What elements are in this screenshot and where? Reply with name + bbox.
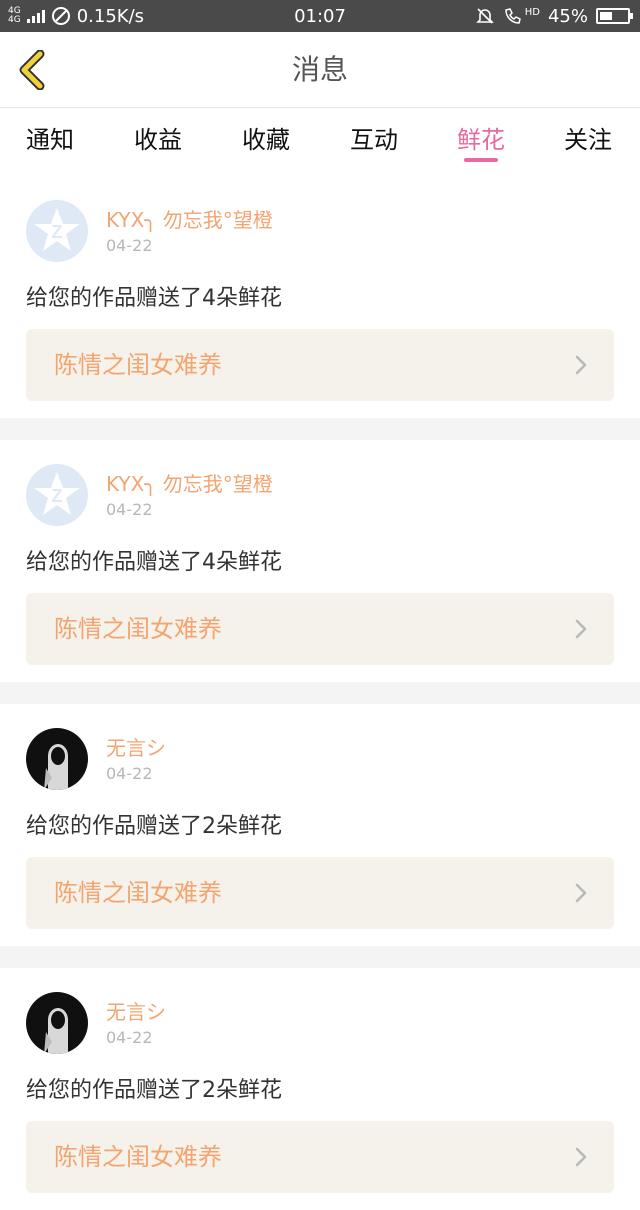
message-card: 无言シ 04-22 给您的作品赠送了2朵鲜花 陈情之闺女难养 xyxy=(0,704,640,946)
divider xyxy=(0,946,640,968)
clock: 01:07 xyxy=(294,5,346,27)
battery-icon xyxy=(596,8,633,24)
qq-avatar-icon[interactable]: Z xyxy=(26,200,88,262)
work-link[interactable]: 陈情之闺女难养 xyxy=(26,1121,614,1193)
divider xyxy=(0,418,640,440)
hd-label: HD xyxy=(524,6,540,18)
chevron-right-icon xyxy=(575,619,587,639)
tab-bar: 通知 收益 收藏 互动 鲜花 关注 xyxy=(0,110,640,170)
username[interactable]: 无言シ xyxy=(106,732,166,761)
work-title: 陈情之闺女难养 xyxy=(54,1143,222,1171)
chevron-right-icon xyxy=(575,355,587,375)
work-link[interactable]: 陈情之闺女难养 xyxy=(26,329,614,401)
mute-bell-icon xyxy=(475,8,494,24)
username[interactable]: 无言シ xyxy=(106,996,166,1025)
work-title: 陈情之闺女难养 xyxy=(54,351,222,379)
chevron-right-icon xyxy=(575,883,587,903)
status-bar: 4G 4G 0.15K/s 01:07 HD 45% xyxy=(0,0,640,32)
work-link[interactable]: 陈情之闺女难养 xyxy=(26,593,614,665)
work-link[interactable]: 陈情之闺女难养 xyxy=(26,857,614,929)
tab-notice[interactable]: 通知 xyxy=(10,120,90,155)
dark-avatar[interactable] xyxy=(26,728,88,790)
message-date: 04-22 xyxy=(106,236,153,255)
active-tab-indicator xyxy=(464,158,498,162)
message-card: 无言シ 04-22 给您的作品赠送了2朵鲜花 陈情之闺女难养 xyxy=(0,968,640,1210)
message-date: 04-22 xyxy=(106,764,153,783)
work-title: 陈情之闺女难养 xyxy=(54,879,222,907)
qq-avatar-icon[interactable]: Z xyxy=(26,464,88,526)
message-text: 给您的作品赠送了4朵鲜花 xyxy=(26,286,282,311)
battery-percent: 45% xyxy=(547,5,588,27)
message-text: 给您的作品赠送了2朵鲜花 xyxy=(26,1078,282,1103)
message-date: 04-22 xyxy=(106,1028,153,1047)
page-title: 消息 xyxy=(291,53,348,86)
work-title: 陈情之闺女难养 xyxy=(54,615,222,643)
tab-favorites[interactable]: 收藏 xyxy=(226,120,306,155)
divider xyxy=(0,682,640,704)
message-text: 给您的作品赠送了2朵鲜花 xyxy=(26,814,282,839)
username[interactable]: KYX╮ 勿忘我°望橙 xyxy=(106,204,273,233)
message-list: Z KYX╮ 勿忘我°望橙 04-22 给您的作品赠送了4朵鲜花 陈情之闺女难养… xyxy=(0,176,640,1210)
message-card: Z KYX╮ 勿忘我°望橙 04-22 给您的作品赠送了4朵鲜花 陈情之闺女难养 xyxy=(0,176,640,418)
tab-interaction[interactable]: 互动 xyxy=(334,120,414,155)
tab-earnings[interactable]: 收益 xyxy=(118,120,198,155)
dark-avatar[interactable] xyxy=(26,992,88,1054)
message-date: 04-22 xyxy=(106,500,153,519)
svg-text:Z: Z xyxy=(52,222,63,242)
message-text: 给您的作品赠送了4朵鲜花 xyxy=(26,550,282,575)
chevron-right-icon xyxy=(575,1147,587,1167)
svg-text:Z: Z xyxy=(52,486,63,506)
message-card: Z KYX╮ 勿忘我°望橙 04-22 给您的作品赠送了4朵鲜花 陈情之闺女难养 xyxy=(0,440,640,682)
username[interactable]: KYX╮ 勿忘我°望橙 xyxy=(106,468,273,497)
tab-follow[interactable]: 关注 xyxy=(548,120,628,155)
app-header: 消息 xyxy=(0,32,640,108)
hd-call-icon xyxy=(504,8,521,24)
tab-flowers[interactable]: 鲜花 xyxy=(441,120,521,155)
